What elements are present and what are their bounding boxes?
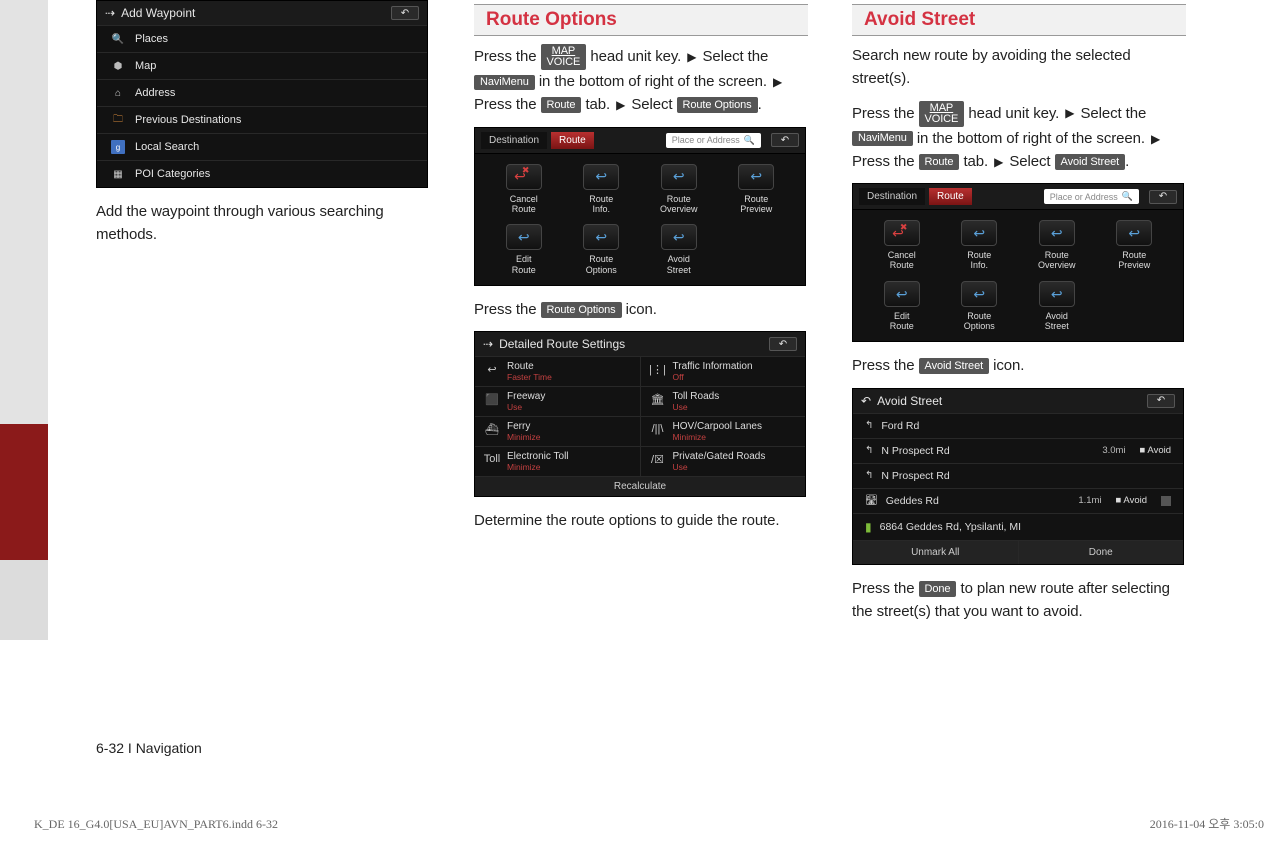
row-local: Local Search	[135, 141, 199, 153]
key-route: Route	[919, 154, 960, 170]
search-input-fake: Place or Address 🔍	[1044, 189, 1139, 204]
arrow-icon: ▶	[1065, 104, 1074, 123]
done-button: Done	[1019, 541, 1184, 564]
key-route: Route	[541, 97, 582, 113]
col3-para3: Press the Done to plan new route after s…	[852, 577, 1186, 624]
key-mapvoice: MAPVOICE	[919, 101, 965, 127]
back-arrow-icon: ↶	[861, 394, 871, 408]
column-2: Route Options Press the MAPVOICE head un…	[474, 0, 808, 633]
route-grid-icon: ↩✖CancelRoute	[865, 220, 939, 271]
search-input-fake: Place or Address 🔍	[666, 133, 761, 148]
search-icon: 🔍	[111, 32, 125, 46]
arrow-icon: ▶	[994, 153, 1003, 172]
avoid-street-row: ▮6864 Geddes Rd, Ypsilanti, MI	[853, 513, 1183, 540]
key-done: Done	[919, 581, 957, 597]
route-grid-icon: ↩RouteOverview	[642, 164, 716, 215]
arrow-icon: ▶	[1151, 130, 1160, 149]
route-grid-icon: ↩RoutePreview	[1098, 220, 1172, 271]
col2-para3: Determine the route options to guide the…	[474, 509, 808, 532]
key-navimenu: NaviMenu	[852, 131, 913, 146]
local-icon: g	[111, 140, 125, 154]
route-grid-icon: ↩AvoidStreet	[1020, 281, 1094, 332]
tab-destination: Destination	[481, 132, 547, 149]
map-icon: ⬢	[111, 59, 125, 73]
route-grid-icon: ↩AvoidStreet	[642, 224, 716, 275]
screenshot-route-grid-1: Destination Route Place or Address 🔍 ↶ ↩…	[474, 127, 806, 286]
route-grid-icon: ↩RouteInfo.	[565, 164, 639, 215]
key-avoidstreet: Avoid Street	[1055, 154, 1126, 170]
row-places: Places	[135, 33, 168, 45]
col2-para2: Press the Route Options icon.	[474, 298, 808, 321]
back-icon: ↶	[1149, 190, 1177, 204]
col3-para2: Press the Avoid Street icon.	[852, 354, 1186, 377]
row-address: Address	[135, 87, 175, 99]
arrow-icon: ▶	[773, 73, 782, 92]
arrow-icon: ▶	[616, 96, 625, 115]
back-icon: ↶	[391, 6, 419, 20]
route-grid-icon: ↩EditRoute	[487, 224, 561, 275]
key-routeoptions: Route Options	[677, 97, 758, 113]
avoid-street-row: ↰N Prospect Rd	[853, 463, 1183, 488]
shot-title: Add Waypoint	[121, 6, 195, 20]
column-3: Avoid Street Search new route by avoidin…	[852, 0, 1186, 633]
screenshot-route-grid-2: Destination Route Place or Address 🔍 ↶ ↩…	[852, 183, 1184, 342]
unmark-all-button: Unmark All	[853, 541, 1019, 564]
folder-icon: 🗀	[111, 113, 125, 127]
av-title: Avoid Street	[877, 394, 942, 408]
screenshot-add-waypoint: ⇢ Add Waypoint ↶ 🔍 Places ⬢ Map ⌂ Address 🗀…	[96, 0, 428, 188]
tab-destination: Destination	[859, 188, 925, 205]
route-grid-icon: ↩RouteOverview	[1020, 220, 1094, 271]
back-icon: ↶	[771, 133, 799, 147]
column-1: ⇢ Add Waypoint ↶ 🔍 Places ⬢ Map ⌂ Address 🗀…	[96, 0, 430, 633]
col1-caption: Add the waypoint through various searchi…	[96, 200, 430, 247]
col3-intro: Search new route by avoiding the selecte…	[852, 44, 1186, 91]
key-mapvoice: MAPVOICE	[541, 44, 587, 70]
col2-para1: Press the MAPVOICE head unit key. ▶ Sele…	[474, 44, 808, 117]
avoid-street-row: ↰Ford Rd	[853, 413, 1183, 438]
col3-para1: Press the MAPVOICE head unit key. ▶ Sele…	[852, 101, 1186, 174]
page-footer: 6-32 I Navigation	[96, 740, 202, 756]
heading-avoid-street: Avoid Street	[852, 4, 1186, 36]
avoid-street-row: 🛣Geddes Rd1.1mi■ Avoid	[853, 488, 1183, 513]
back-icon: ↶	[769, 337, 797, 351]
row-poi: POI Categories	[135, 168, 210, 180]
key-navimenu: NaviMenu	[474, 75, 535, 90]
screenshot-avoid-list: ↶ Avoid Street ↶ ↰Ford Rd↰N Prospect Rd3.…	[852, 388, 1184, 565]
avoid-street-row: ↰N Prospect Rd3.0mi■ Avoid	[853, 438, 1183, 463]
route-grid-icon: ↩RoutePreview	[720, 164, 794, 215]
side-tabs	[0, 0, 48, 762]
print-footer-left: K_DE 16_G4.0[USA_EU]AVN_PART6.indd 6-32	[34, 817, 278, 832]
key-routeoptions: Route Options	[541, 302, 622, 318]
settings-icon: ⇢	[483, 337, 493, 351]
heading-route-options: Route Options	[474, 4, 808, 36]
tab-route: Route	[551, 132, 594, 149]
arrow-icon: ▶	[687, 48, 696, 67]
row-prev: Previous Destinations	[135, 114, 241, 126]
route-grid-icon: ↩RouteOptions	[943, 281, 1017, 332]
key-avoidstreet: Avoid Street	[919, 358, 990, 374]
screenshot-detailed-settings: ⇢Detailed Route Settings ↶ ↩RouteFaster …	[474, 331, 806, 497]
route-grid-icon: ↩✖CancelRoute	[487, 164, 561, 215]
poi-icon: ▦	[111, 167, 125, 181]
route-grid-icon: ↩EditRoute	[865, 281, 939, 332]
print-footer-right: 2016-11-04 오후 3:05:0	[1150, 815, 1264, 832]
route-grid-icon: ↩RouteOptions	[565, 224, 639, 275]
row-map: Map	[135, 60, 156, 72]
home-icon: ⌂	[111, 86, 125, 100]
back-icon: ↶	[1147, 394, 1175, 408]
waypoint-icon: ⇢	[105, 6, 115, 20]
recalculate-button: Recalculate	[475, 476, 805, 496]
det-title: Detailed Route Settings	[499, 337, 625, 351]
tab-route: Route	[929, 188, 972, 205]
route-grid-icon: ↩RouteInfo.	[943, 220, 1017, 271]
